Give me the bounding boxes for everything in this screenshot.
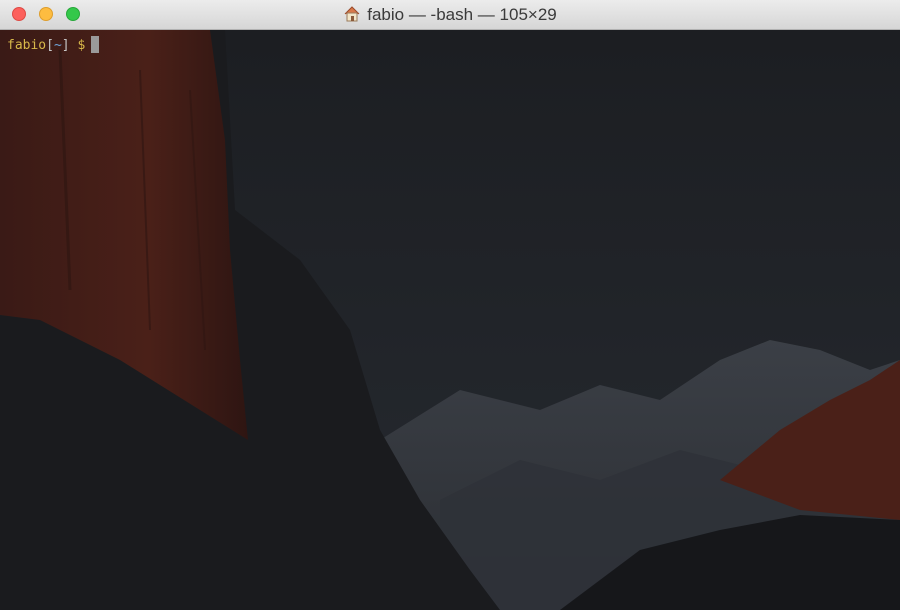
- window-title: fabio — -bash — 105×29: [0, 0, 900, 30]
- window-title-text: fabio — -bash — 105×29: [367, 5, 557, 24]
- terminal-content[interactable]: fabio[~] $: [0, 30, 900, 610]
- prompt-open-bracket: [: [46, 38, 54, 53]
- prompt-directory: ~: [53, 38, 62, 53]
- home-icon: [343, 3, 361, 22]
- prompt-close-bracket: ]: [61, 38, 70, 53]
- text-cursor[interactable]: [91, 36, 100, 53]
- prompt-line: fabio[~] $: [7, 36, 100, 54]
- prompt-symbol: $: [77, 38, 86, 53]
- prompt-user: fabio: [7, 38, 47, 53]
- title-bar[interactable]: fabio — -bash — 105×29: [0, 0, 900, 30]
- terminal-window: fabio — -bash — 105×29 fabio[~] $: [0, 0, 900, 610]
- background-image: [0, 30, 900, 610]
